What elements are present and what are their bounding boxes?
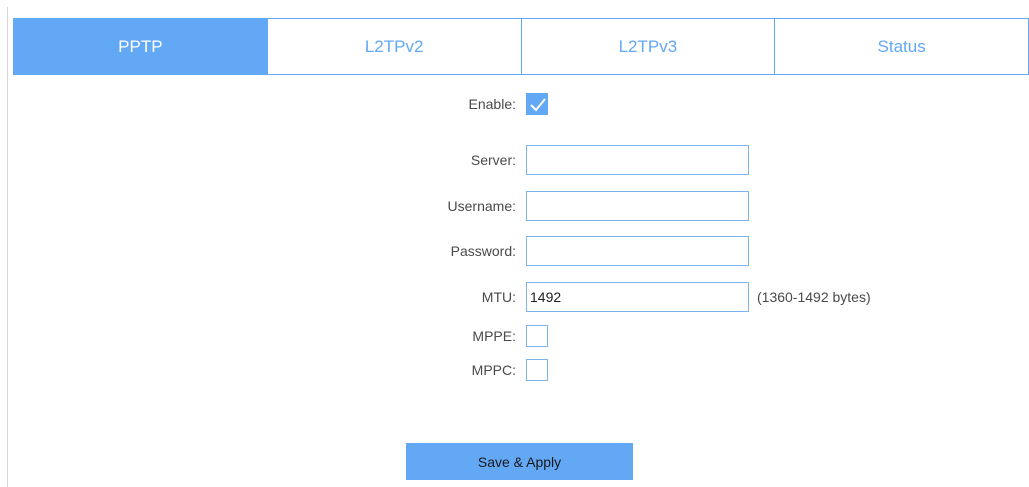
username-row: Username: (0, 191, 1029, 221)
mppc-checkbox[interactable] (526, 359, 548, 381)
password-row: Password: (0, 236, 1029, 266)
tab-status[interactable]: Status (775, 18, 1029, 75)
username-input[interactable] (526, 191, 749, 221)
username-label: Username: (447, 198, 516, 214)
mtu-range-hint: (1360-1492 bytes) (757, 289, 871, 305)
mtu-input[interactable] (526, 282, 749, 312)
enable-checkbox[interactable] (526, 93, 548, 115)
tab-pptp[interactable]: PPTP (13, 18, 268, 75)
enable-label: Enable: (468, 96, 516, 112)
password-input[interactable] (526, 236, 749, 266)
server-label: Server: (470, 152, 516, 168)
password-label: Password: (450, 243, 516, 259)
protocol-tabs: PPTP L2TPv2 L2TPv3 Status (13, 18, 1029, 75)
tab-l2tpv3[interactable]: L2TPv3 (521, 18, 776, 75)
save-apply-button[interactable]: Save & Apply (406, 443, 633, 480)
mppe-label: MPPE: (472, 328, 516, 344)
mppc-label: MPPC: (471, 362, 516, 378)
server-input[interactable] (526, 145, 749, 175)
server-row: Server: (0, 145, 1029, 175)
tab-l2tpv2[interactable]: L2TPv2 (267, 18, 522, 75)
enable-row: Enable: (0, 93, 1029, 123)
mtu-row: MTU: (1360-1492 bytes) (0, 282, 1029, 312)
mppe-checkbox[interactable] (526, 325, 548, 347)
mtu-label: MTU: (481, 289, 516, 305)
mppe-row: MPPE: (0, 325, 1029, 355)
mppc-row: MPPC: (0, 359, 1029, 389)
checkmark-icon (530, 98, 546, 112)
